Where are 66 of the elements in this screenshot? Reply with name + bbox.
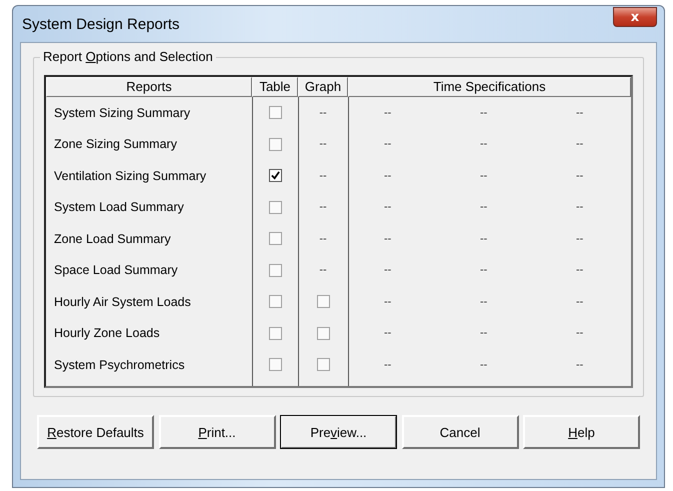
table-checkbox[interactable]	[268, 295, 282, 308]
column-header[interactable]: Time Specifications	[348, 77, 631, 97]
time-value: --	[384, 106, 392, 119]
time-value: --	[480, 264, 488, 276]
table-checkbox[interactable]	[268, 358, 282, 372]
report-name: System Psychrometrics	[54, 358, 185, 372]
table-checkbox[interactable]	[268, 169, 282, 182]
graph-value: --	[319, 170, 327, 182]
time-value: --	[384, 170, 392, 182]
graph-checkbox[interactable]	[316, 295, 330, 308]
column-header[interactable]: Graph	[298, 77, 348, 97]
dialog-button[interactable]: Restore Defaults	[37, 415, 154, 449]
dialog-button[interactable]: Cancel	[402, 415, 518, 449]
time-value: --	[576, 264, 584, 276]
time-value: --	[384, 327, 392, 340]
time-value: --	[480, 201, 488, 214]
time-value: --	[480, 296, 488, 308]
time-value: --	[480, 358, 488, 371]
report-name: Ventilation Sizing Summary	[54, 168, 206, 183]
column-header[interactable]: Table	[252, 77, 298, 97]
dialog-button[interactable]: Print...	[158, 415, 276, 449]
column-header[interactable]: Reports	[46, 77, 252, 97]
report-name: Hourly Air System Loads	[54, 294, 191, 309]
table-checkbox[interactable]	[268, 138, 282, 151]
time-value: --	[576, 296, 584, 308]
report-name: System Sizing Summary	[54, 106, 190, 120]
table-checkbox[interactable]	[268, 326, 282, 340]
time-value: --	[576, 201, 584, 214]
report-name: Zone Sizing Summary	[54, 137, 177, 152]
time-value: --	[384, 138, 392, 150]
table-checkbox[interactable]	[268, 264, 282, 277]
time-value: --	[480, 170, 488, 182]
time-value: --	[480, 106, 488, 119]
time-value: --	[480, 327, 488, 340]
graph-value: --	[319, 201, 327, 214]
time-value: --	[384, 296, 392, 308]
graph-checkbox[interactable]	[316, 326, 330, 340]
time-value: --	[480, 138, 488, 150]
group-label: Report Options and Selection	[40, 49, 216, 64]
graph-value: --	[319, 232, 327, 245]
dialog-button[interactable]: Help	[523, 415, 640, 449]
graph-value: --	[319, 138, 327, 150]
time-value: --	[576, 232, 584, 245]
time-value: --	[576, 170, 584, 182]
time-value: --	[576, 327, 584, 340]
graph-checkbox[interactable]	[316, 358, 330, 372]
time-value: --	[384, 232, 392, 245]
time-value: --	[384, 358, 392, 371]
dialog-button[interactable]: Preview...	[280, 415, 397, 449]
table-checkbox[interactable]	[268, 200, 282, 214]
time-value: --	[576, 358, 584, 371]
table-checkbox[interactable]	[268, 106, 282, 120]
time-value: --	[384, 264, 392, 276]
window-title: System Design Reports	[21, 16, 180, 32]
graph-value: --	[319, 106, 327, 119]
report-name: Space Load Summary	[54, 263, 178, 278]
report-name: System Load Summary	[54, 200, 184, 214]
time-value: --	[384, 201, 392, 214]
graph-value: --	[319, 264, 327, 276]
report-name: Zone Load Summary	[54, 232, 171, 246]
time-value: --	[576, 106, 584, 119]
table-checkbox[interactable]	[268, 232, 282, 246]
time-value: --	[576, 138, 584, 150]
time-value: --	[480, 232, 488, 245]
close-button[interactable]: x	[613, 7, 657, 27]
report-name: Hourly Zone Loads	[54, 326, 160, 340]
